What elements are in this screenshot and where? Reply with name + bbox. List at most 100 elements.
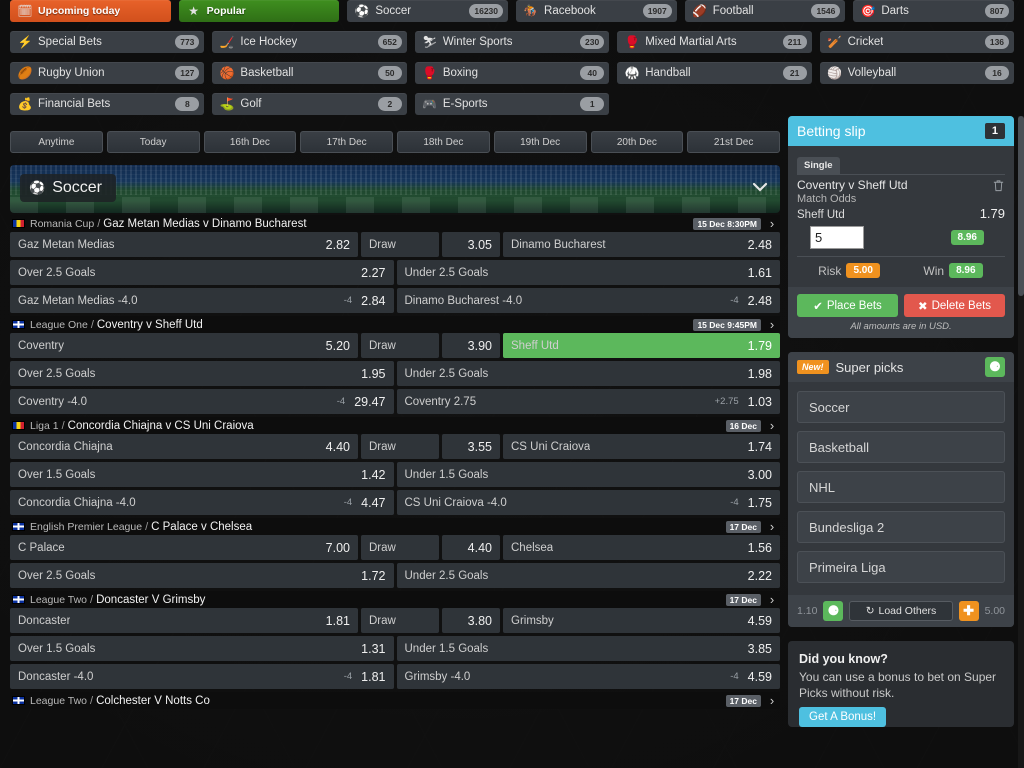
tab-upcoming-today[interactable]: 🗓 Upcoming today (10, 0, 171, 22)
sport-item-golf[interactable]: ⛳ Golf 2 (212, 93, 407, 115)
odds-button-handicap-home[interactable]: Doncaster -4.0 -4 1.81 (10, 664, 394, 689)
place-bets-button[interactable]: ✔ Place Bets (797, 294, 898, 317)
date-tab-19-dec[interactable]: 19th Dec (493, 131, 587, 153)
super-pick-item-soccer[interactable]: Soccer (797, 391, 1005, 423)
odds-button-away-selected[interactable]: Sheff Utd 1.79 (503, 333, 780, 358)
sport-item-darts[interactable]: 🎯 Darts 807 (853, 0, 1015, 22)
sports-nav-row: 🏉 Rugby Union 127 🏀 Basketball 50 🥊 Boxi… (10, 62, 1015, 84)
odds-button-draw-value[interactable]: 4.40 (442, 535, 500, 560)
odds-button-handicap-away[interactable]: Coventry 2.75 +2.75 1.03 (396, 389, 780, 414)
odds-button-handicap-away[interactable]: Dinamo Bucharest -4.0 -4 2.48 (396, 288, 780, 313)
sport-item-basketball[interactable]: 🏀 Basketball 50 (212, 62, 407, 84)
super-pick-item-bundesliga-2[interactable]: Bundesliga 2 (797, 511, 1005, 543)
chevron-right-icon[interactable]: › (766, 694, 778, 707)
increase-odds-button[interactable]: ✚ (958, 601, 979, 621)
odds-button-away[interactable]: Grimsby 4.59 (503, 608, 780, 633)
tab-popular[interactable]: ★ Popular (178, 0, 340, 22)
date-tab-20-dec[interactable]: 20th Dec (590, 131, 684, 153)
date-tab-18-dec[interactable]: 18th Dec (397, 131, 490, 153)
sport-item-handball[interactable]: 🥋 Handball 21 (617, 62, 812, 84)
sport-item-cricket[interactable]: 🏏 Cricket 136 (819, 31, 1015, 53)
odds-button-over[interactable]: Over 2.5 Goals 2.27 (10, 260, 394, 285)
match-header[interactable]: League Two / Colchester V Notts Co 17 De… (10, 692, 780, 709)
match-header[interactable]: English Premier League / C Palace v Chel… (10, 518, 780, 535)
odds-button-away[interactable]: Dinamo Bucharest 2.48 (503, 232, 780, 257)
delete-bets-button[interactable]: ✖ Delete Bets (904, 294, 1005, 317)
odds-button-away[interactable]: Chelsea 1.56 (503, 535, 780, 560)
super-pick-item-basketball[interactable]: Basketball (797, 431, 1005, 463)
odds-button-handicap-home[interactable]: Concordia Chiajna -4.0 -4 4.47 (10, 490, 394, 515)
get-bonus-button[interactable]: Get A Bonus! (799, 707, 887, 727)
odds-button-away[interactable]: CS Uni Craiova 1.74 (503, 434, 780, 459)
sport-item-ice-hockey[interactable]: 🏒 Ice Hockey 652 (212, 31, 407, 53)
sport-item-volleyball[interactable]: 🏐 Volleyball 16 (819, 62, 1015, 84)
odds-button-under[interactable]: Under 1.5 Goals 3.00 (396, 462, 780, 487)
date-tab-today[interactable]: Today (106, 131, 200, 153)
odds-button-handicap-home[interactable]: Coventry -4.0 -4 29.47 (10, 389, 394, 414)
odds-button-draw-value[interactable]: 3.05 (442, 232, 500, 257)
odds-button-over[interactable]: Over 2.5 Goals 1.72 (10, 563, 394, 588)
match-header[interactable]: League One / Coventry v Sheff Utd 15 Dec… (10, 316, 780, 333)
odds-button-under[interactable]: Under 2.5 Goals 2.22 (396, 563, 780, 588)
tab-single[interactable]: Single (797, 157, 840, 174)
odds-button-handicap-away[interactable]: Grimsby -4.0 -4 4.59 (396, 664, 780, 689)
odds-button-draw[interactable]: Draw (361, 434, 439, 459)
decrease-odds-button[interactable]: ⚈ (823, 601, 844, 621)
minus-circle-icon[interactable]: ⚈ (985, 357, 1005, 377)
odds-button-home[interactable]: Doncaster 1.81 (10, 608, 358, 633)
odds-button-draw[interactable]: Draw (361, 232, 439, 257)
date-tab-anytime[interactable]: Anytime (10, 131, 103, 153)
date-tab-16-dec[interactable]: 16th Dec (203, 131, 297, 153)
soccer-ball-icon: ⚽ (354, 4, 370, 18)
sport-item-special-bets[interactable]: ⚡ Special Bets 773 (10, 31, 205, 53)
odds-button-home[interactable]: Coventry 5.20 (10, 333, 358, 358)
match-header[interactable]: Liga 1 / Concordia Chiajna v CS Uni Crai… (10, 417, 780, 434)
sport-count: 211 (782, 35, 807, 49)
date-tab-17-dec[interactable]: 17th Dec (300, 131, 393, 153)
odds-button-handicap-home[interactable]: Gaz Metan Medias -4.0 -4 2.84 (10, 288, 394, 313)
odds-button-draw-value[interactable]: 3.55 (442, 434, 500, 459)
sport-item-racebook[interactable]: 🏇 Racebook 1907 (516, 0, 677, 22)
match-header[interactable]: League Two / Doncaster V Grimsby 17 Dec … (10, 591, 780, 608)
odds-button-draw[interactable]: Draw (361, 333, 439, 358)
odds-row: Over 2.5 Goals 2.27 Under 2.5 Goals 1.61 (10, 260, 780, 285)
odds-button-under[interactable]: Under 2.5 Goals 1.61 (396, 260, 780, 285)
sport-item-mixed-martial-arts[interactable]: 🥊 Mixed Martial Arts 211 (617, 31, 812, 53)
super-pick-item-nhl[interactable]: NHL (797, 471, 1005, 503)
odds-button-under[interactable]: Under 2.5 Goals 1.98 (396, 361, 780, 386)
super-pick-item-primeira-liga[interactable]: Primeira Liga (797, 551, 1005, 583)
date-tab-21-dec[interactable]: 21st Dec (687, 131, 780, 153)
odds-button-handicap-away[interactable]: CS Uni Craiova -4.0 -4 1.75 (396, 490, 780, 515)
sport-item-financial-bets[interactable]: 💰 Financial Bets 8 (10, 93, 205, 115)
page-scrollbar[interactable] (1018, 116, 1024, 768)
odds-button-draw-value[interactable]: 3.90 (442, 333, 500, 358)
chevron-right-icon[interactable]: › (766, 419, 778, 432)
odds-button-over[interactable]: Over 1.5 Goals 1.31 (10, 636, 394, 661)
odds-button-over[interactable]: Over 2.5 Goals 1.95 (10, 361, 394, 386)
odds-button-home[interactable]: C Palace 7.00 (10, 535, 358, 560)
match-header[interactable]: Romania Cup / Gaz Metan Medias v Dinamo … (10, 215, 780, 232)
sport-item-e-sports[interactable]: 🎮 E-Sports 1 (414, 93, 610, 115)
sport-item-soccer[interactable]: ⚽ Soccer 16230 (347, 0, 509, 22)
sport-item-rugby-union[interactable]: 🏉 Rugby Union 127 (10, 62, 205, 84)
scrollbar-thumb[interactable] (1018, 116, 1024, 296)
chevron-right-icon[interactable]: › (766, 593, 778, 606)
load-others-button[interactable]: ↻ Load Others (849, 601, 953, 621)
odds-button-home[interactable]: Gaz Metan Medias 2.82 (10, 232, 358, 257)
selection-name: Under 2.5 Goals (404, 266, 489, 279)
sport-item-football[interactable]: 🏈 Football 1546 (684, 0, 846, 22)
odds-button-draw-value[interactable]: 3.80 (442, 608, 500, 633)
sport-item-boxing[interactable]: 🥊 Boxing 40 (414, 62, 610, 84)
chevron-right-icon[interactable]: › (766, 520, 778, 533)
odds-button-draw[interactable]: Draw (361, 608, 439, 633)
odds-button-draw[interactable]: Draw (361, 535, 439, 560)
chevron-right-icon[interactable]: › (766, 217, 778, 230)
odds-button-under[interactable]: Under 1.5 Goals 3.85 (396, 636, 780, 661)
chevron-down-icon[interactable] (752, 179, 768, 195)
odds-button-over[interactable]: Over 1.5 Goals 1.42 (10, 462, 394, 487)
odds-button-home[interactable]: Concordia Chiajna 4.40 (10, 434, 358, 459)
sport-item-winter-sports[interactable]: ⛷ Winter Sports 230 (414, 31, 610, 53)
chevron-right-icon[interactable]: › (766, 318, 778, 331)
trash-icon[interactable] (992, 179, 1005, 192)
stake-input[interactable] (810, 226, 864, 249)
